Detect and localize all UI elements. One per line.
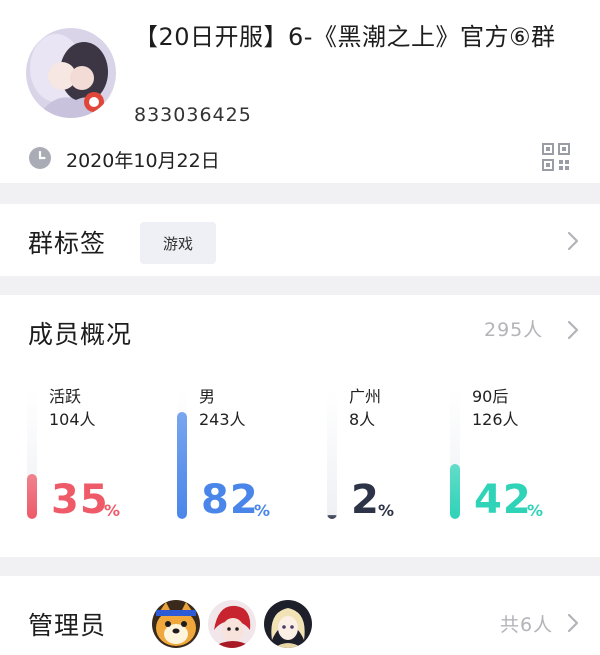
admin-row[interactable]: 管理员 共6人 xyxy=(0,576,600,655)
stat-percent-sign: % xyxy=(378,501,395,520)
stat-male: 男 243人 82 % xyxy=(177,379,327,529)
stat-percent: 82 xyxy=(201,477,259,523)
stat-bar-fill xyxy=(327,515,337,519)
stat-bar-fill xyxy=(450,464,460,519)
stat-percent: 42 xyxy=(474,477,532,523)
shiba-dog-avatar[interactable] xyxy=(150,598,202,650)
stat-percent: 2 xyxy=(351,477,380,523)
member-total: 295人 xyxy=(484,319,544,341)
admin-count: 共6人 xyxy=(500,614,554,636)
stat-percent-sign: % xyxy=(254,501,271,520)
blonde-character-avatar[interactable] xyxy=(262,598,314,650)
stat-active: 活跃 104人 35 % xyxy=(27,379,177,529)
group-name: 【20日开服】6-《黑潮之上》官方⑥群 xyxy=(134,23,556,51)
chevron-right-icon xyxy=(567,320,579,340)
group-tags-row[interactable]: 群标签 游戏 xyxy=(0,204,600,276)
stat-bar-track xyxy=(27,389,37,519)
tag-chip: 游戏 xyxy=(140,222,216,264)
created-date: 2020年10月22日 xyxy=(66,150,220,172)
stat-bar-fill xyxy=(177,412,187,519)
stat-count: 104人 xyxy=(49,410,96,429)
group-info-card: 【20日开服】6-《黑潮之上》官方⑥群 833036425 2020年10月22… xyxy=(0,0,600,183)
clock-icon xyxy=(29,147,51,169)
chevron-right-icon xyxy=(567,231,579,251)
stat-count: 243人 xyxy=(199,410,246,429)
stat-label: 广州 xyxy=(349,387,382,406)
stat-label: 90后 xyxy=(472,387,509,406)
stat-percent-sign: % xyxy=(527,501,544,520)
stat-age: 90后 126人 42 % xyxy=(450,379,600,529)
stat-percent-sign: % xyxy=(104,501,121,520)
admin-title: 管理员 xyxy=(28,611,107,640)
red-hair-character-avatar[interactable] xyxy=(206,598,258,650)
stat-count: 126人 xyxy=(472,410,519,429)
stat-bar-track xyxy=(450,389,460,519)
stat-label: 男 xyxy=(199,387,216,406)
member-overview-card[interactable]: 成员概况 295人 活跃 104人 35 % 男 243人 82 % 广州 8人… xyxy=(0,295,600,557)
stat-bar-track xyxy=(177,389,187,519)
group-id: 833036425 xyxy=(134,104,252,126)
stat-bar-track xyxy=(327,389,337,519)
stat-bar-fill xyxy=(27,473,37,519)
group-avatar[interactable] xyxy=(26,28,116,118)
stat-percent: 35 xyxy=(51,477,109,523)
chevron-right-icon xyxy=(567,613,579,633)
stat-label: 活跃 xyxy=(49,387,82,406)
stat-count: 8人 xyxy=(349,410,376,429)
qr-code-icon[interactable] xyxy=(542,143,570,171)
group-tags-title: 群标签 xyxy=(28,229,107,258)
member-overview-title: 成员概况 xyxy=(28,320,133,349)
